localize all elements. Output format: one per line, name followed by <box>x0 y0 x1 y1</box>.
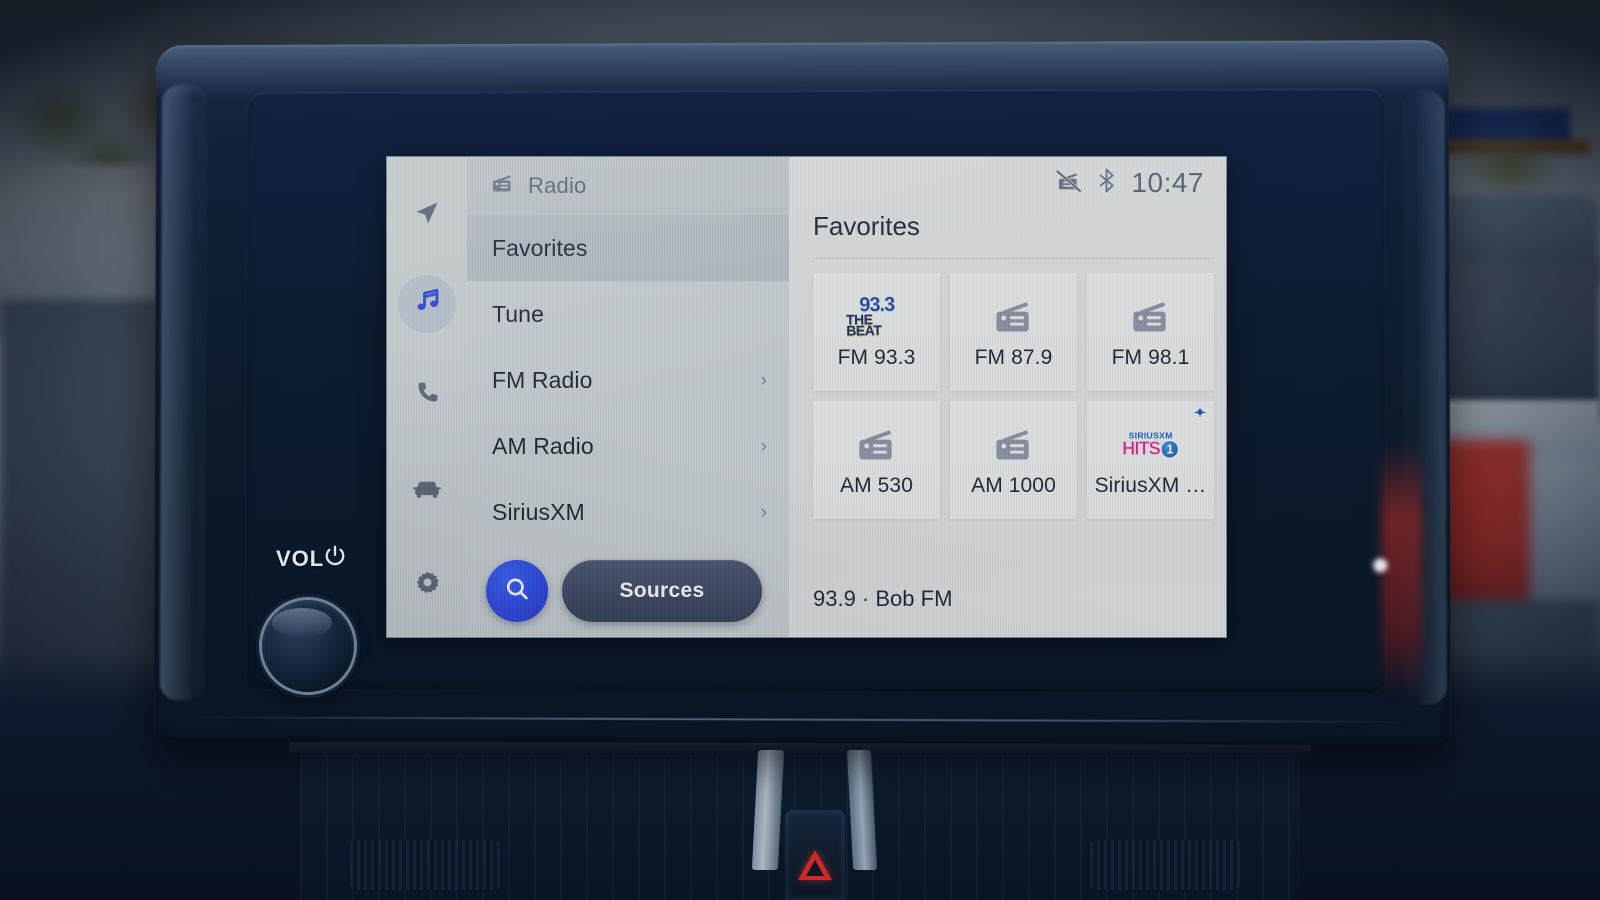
radio-icon <box>992 294 1036 340</box>
radio-icon <box>992 422 1036 468</box>
menu-item-am-radio[interactable]: AM Radio › <box>467 413 789 479</box>
favorites-title: Favorites <box>813 211 920 241</box>
volume-knob[interactable] <box>262 600 354 692</box>
sidebar-item-phone[interactable] <box>399 367 455 423</box>
touchscreen-display[interactable]: Radio Favorites Tune FM Radio › AM Radio <box>387 157 1226 637</box>
housing-edge-left <box>159 84 208 701</box>
app-rail[interactable] <box>387 157 467 637</box>
volume-label: VOL <box>276 546 325 571</box>
favorites-grid[interactable]: 93.3 THE BEAT FM 93.3 FM 87.9 FM 98.1 AM… <box>789 259 1226 519</box>
background-light-pole-arm <box>143 6 213 22</box>
favorite-tile-am-530[interactable]: AM 530 <box>813 401 940 519</box>
car-icon <box>412 476 442 505</box>
favorite-tile-fm-879[interactable]: FM 87.9 <box>950 273 1077 391</box>
menu-item-label: AM Radio <box>492 432 594 459</box>
menu-item-favorites[interactable]: Favorites <box>467 215 789 281</box>
hazard-triangle-icon <box>798 850 832 880</box>
siriusxm-hits-1-logo: SIRIUSXM HITS 1 <box>1121 422 1180 468</box>
mute-radio-icon <box>1056 169 1082 197</box>
sources-button-label: Sources <box>619 579 705 602</box>
favorite-tile-siriusxm[interactable]: SIRIUSXM HITS 1 SiriusXM … <box>1087 401 1214 519</box>
search-icon <box>503 575 531 608</box>
panel-header: Radio <box>467 157 789 215</box>
chevron-right-icon: › <box>760 435 767 457</box>
now-playing-text: 93.9 · Bob FM <box>813 586 953 611</box>
vent-trim-bar <box>290 743 1310 755</box>
favorite-tile-label: AM 530 <box>840 474 913 497</box>
bluetooth-icon <box>1098 168 1115 198</box>
menu-item-fm-radio[interactable]: FM Radio › <box>467 347 789 413</box>
radio-menu-panel[interactable]: Radio Favorites Tune FM Radio › AM Radio <box>467 157 789 637</box>
favorite-tile-label: SiriusXM … <box>1094 474 1207 497</box>
radio-icon <box>1129 294 1173 340</box>
housing-bottom-trim <box>193 716 1411 723</box>
sidebar-item-settings[interactable] <box>399 557 455 613</box>
panel-action-bar: Sources <box>467 545 789 637</box>
favorite-tile-label: FM 87.9 <box>974 346 1053 369</box>
menu-item-label: SiriusXM <box>492 498 585 525</box>
favorite-tile-am-1000[interactable]: AM 1000 <box>950 401 1077 519</box>
sources-button[interactable]: Sources <box>562 560 762 622</box>
station-logo-933-the-beat: 93.3 THE BEAT <box>845 294 908 340</box>
navigation-arrow-icon <box>413 199 441 232</box>
favorite-tile-label: FM 98.1 <box>1111 346 1190 369</box>
power-icon[interactable] <box>322 543 348 569</box>
gear-icon <box>414 569 441 601</box>
sidebar-item-media[interactable] <box>399 274 455 330</box>
air-vent-grille-right <box>1090 840 1240 890</box>
music-note-icon <box>412 285 442 320</box>
panel-header-title: Radio <box>528 173 587 198</box>
housing-red-reflection <box>1380 442 1423 695</box>
now-playing-bar[interactable]: 93.9 · Bob FM <box>789 561 1226 637</box>
chevron-right-icon: › <box>760 369 767 391</box>
menu-item-label: Favorites <box>492 234 588 261</box>
favorite-tile-fm-981[interactable]: FM 98.1 <box>1087 273 1214 391</box>
favorite-tile-label: AM 1000 <box>971 474 1056 497</box>
sidebar-item-navigation[interactable] <box>399 187 455 243</box>
search-button[interactable] <box>486 560 548 622</box>
radio-icon <box>855 422 899 468</box>
chevron-right-icon: › <box>760 501 767 523</box>
favorite-tile-fm-933[interactable]: 93.3 THE BEAT FM 93.3 <box>813 273 940 391</box>
favorite-tile-label: FM 93.3 <box>837 346 916 369</box>
air-vent-grille-left <box>350 840 500 890</box>
siriusxm-logo-channel-number: 1 <box>1160 440 1179 459</box>
clock: 10:47 <box>1131 167 1204 198</box>
siriusxm-logo-hits: HITS <box>1122 439 1161 460</box>
menu-item-label: FM Radio <box>492 366 593 393</box>
scene-root: VOL Radio Favorites Tune FM Radio › AM R… <box>0 0 1600 900</box>
menu-item-tune[interactable]: Tune <box>467 281 789 347</box>
sidebar-item-vehicle[interactable] <box>399 462 455 518</box>
housing-specular-highlight <box>1373 558 1388 573</box>
station-logo-name: THE BEAT <box>845 310 881 339</box>
status-bar: 10:47 <box>789 157 1226 209</box>
radio-menu-list[interactable]: Favorites Tune FM Radio › AM Radio › Sir… <box>467 215 789 545</box>
menu-item-siriusxm[interactable]: SiriusXM › <box>467 479 789 545</box>
siriusxm-badge-icon <box>1192 405 1208 421</box>
favorites-panel[interactable]: 10:47 Favorites 93.3 THE BEAT FM 93.3 FM… <box>789 157 1226 637</box>
menu-item-label: Tune <box>492 300 544 327</box>
radio-icon <box>491 174 515 198</box>
hazard-button[interactable] <box>785 810 845 900</box>
phone-icon <box>414 379 441 411</box>
